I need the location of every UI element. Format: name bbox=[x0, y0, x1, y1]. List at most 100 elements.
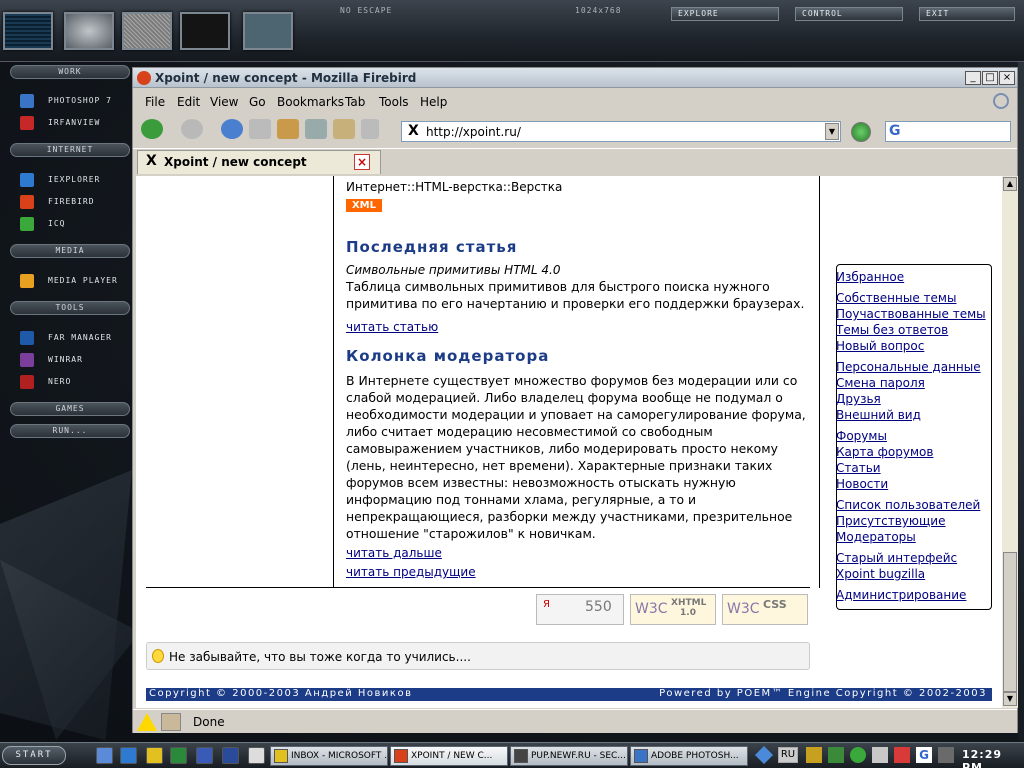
task-label: PUP.NEWF.RU - SEC... bbox=[531, 751, 626, 761]
nav-new-question[interactable]: Новый вопрос bbox=[836, 339, 924, 353]
tray-icq-icon[interactable] bbox=[850, 747, 866, 763]
nav-participated-topics[interactable]: Поучаствованные темы bbox=[836, 307, 986, 321]
quicklaunch-ie-icon[interactable] bbox=[120, 747, 137, 764]
explore-button[interactable]: EXPLORE bbox=[671, 7, 779, 21]
launcher-irfanview[interactable]: IRFANVIEW bbox=[12, 113, 130, 133]
css-label: CSS bbox=[763, 598, 787, 611]
close-tab-icon[interactable]: × bbox=[354, 154, 370, 170]
menu-tab[interactable]: Tab bbox=[345, 95, 365, 109]
tray-app-icon[interactable] bbox=[754, 745, 774, 765]
nav-moderators[interactable]: Модераторы bbox=[836, 530, 916, 544]
desktop-thumbnail-1[interactable] bbox=[3, 12, 53, 50]
nav-old-interface[interactable]: Старый интерфейс bbox=[836, 551, 957, 565]
nav-forum-map[interactable]: Карта форумов bbox=[836, 445, 933, 459]
xml-badge[interactable]: XML bbox=[346, 199, 382, 212]
nav-own-topics[interactable]: Собственные темы bbox=[836, 291, 956, 305]
xhtml-badge[interactable]: W3C XHTML 1.0 bbox=[630, 594, 716, 625]
nav-articles[interactable]: Статьи bbox=[836, 461, 881, 475]
css-badge[interactable]: W3C CSS bbox=[722, 594, 808, 625]
close-page-icon[interactable] bbox=[361, 119, 379, 139]
nav-friends[interactable]: Друзья bbox=[836, 392, 881, 406]
go-button[interactable] bbox=[851, 122, 871, 142]
menu-tools[interactable]: Tools bbox=[379, 95, 409, 109]
title-bar[interactable]: Xpoint / new concept - Mozilla Firebird … bbox=[133, 68, 1017, 88]
nav-forums[interactable]: Форумы bbox=[836, 429, 887, 443]
start-button[interactable]: START bbox=[2, 746, 66, 765]
scroll-thumb[interactable] bbox=[1003, 552, 1017, 692]
read-more-link[interactable]: читать дальше bbox=[346, 546, 442, 560]
task-pup[interactable]: PUP.NEWF.RU - SEC... bbox=[510, 746, 628, 766]
nav-change-password[interactable]: Смена пароля bbox=[836, 376, 925, 390]
nav-news[interactable]: Новости bbox=[836, 477, 888, 491]
menu-file[interactable]: File bbox=[145, 95, 165, 109]
read-article-link[interactable]: читать статью bbox=[346, 320, 438, 334]
quicklaunch-word-icon[interactable] bbox=[222, 747, 239, 764]
task-inbox[interactable]: INBOX - MICROSOFT ... bbox=[270, 746, 388, 766]
desktop-thumbnail-4[interactable] bbox=[180, 12, 230, 50]
home-icon[interactable] bbox=[277, 119, 299, 139]
tray-monitor-icon[interactable] bbox=[872, 747, 888, 763]
launcher-icq[interactable]: ICQ bbox=[12, 214, 130, 234]
tray-network-icon[interactable] bbox=[806, 747, 822, 763]
tray-google-icon[interactable]: G bbox=[916, 747, 932, 763]
tray-misc-icon[interactable] bbox=[938, 747, 954, 763]
scroll-down-arrow-icon[interactable]: ▼ bbox=[1003, 692, 1017, 706]
desktop-thumbnail-3[interactable] bbox=[122, 12, 172, 50]
reload-icon[interactable] bbox=[221, 119, 243, 139]
launcher-winrar[interactable]: WINRAR bbox=[12, 350, 130, 370]
menu-bookmarks[interactable]: Bookmarks bbox=[277, 95, 344, 109]
tray-sound-icon[interactable] bbox=[828, 747, 844, 763]
vertical-scrollbar[interactable]: ▲ ▼ bbox=[1002, 176, 1018, 708]
control-button[interactable]: CONTROL bbox=[795, 7, 903, 21]
tray-alert-icon[interactable] bbox=[894, 747, 910, 763]
launcher-photoshop[interactable]: PHOTOSHOP 7 bbox=[12, 91, 130, 111]
launcher-far-manager[interactable]: FAR MANAGER bbox=[12, 328, 130, 348]
history-icon[interactable] bbox=[333, 119, 355, 139]
quicklaunch-desktop-icon[interactable] bbox=[96, 747, 113, 764]
quicklaunch-app-icon[interactable] bbox=[196, 747, 213, 764]
search-box[interactable]: G bbox=[885, 121, 1011, 142]
section-run[interactable]: RUN... bbox=[10, 424, 130, 438]
nav-administration[interactable]: Администрирование bbox=[836, 588, 966, 602]
nav-unanswered-topics[interactable]: Темы без ответов bbox=[836, 323, 948, 337]
back-arrow-icon[interactable] bbox=[141, 119, 163, 139]
stop-icon[interactable] bbox=[249, 119, 271, 139]
quicklaunch-excel-icon[interactable] bbox=[170, 747, 187, 764]
nav-user-list[interactable]: Список пользователей bbox=[836, 498, 980, 512]
menu-go[interactable]: Go bbox=[249, 95, 266, 109]
quicklaunch-notepad-icon[interactable] bbox=[248, 747, 265, 764]
nav-present-users[interactable]: Присутствующие bbox=[836, 514, 945, 528]
nav-favorites[interactable]: Избранное bbox=[836, 270, 904, 284]
print-icon[interactable] bbox=[305, 119, 327, 139]
exit-button[interactable]: EXIT bbox=[919, 7, 1015, 21]
menu-view[interactable]: View bbox=[210, 95, 238, 109]
quicklaunch-icq-icon[interactable] bbox=[146, 747, 163, 764]
counter-badge[interactable]: Я 550 bbox=[536, 594, 624, 625]
task-xpoint[interactable]: XPOINT / NEW C... bbox=[390, 746, 508, 766]
language-indicator[interactable]: RU bbox=[778, 747, 798, 763]
close-button[interactable]: × bbox=[999, 71, 1015, 85]
cookie-icon[interactable] bbox=[161, 713, 181, 731]
tab-xpoint[interactable]: X Xpoint / new concept × bbox=[137, 150, 381, 174]
menu-help[interactable]: Help bbox=[420, 95, 447, 109]
desktop-thumbnail-2[interactable] bbox=[64, 12, 114, 50]
warning-icon[interactable] bbox=[137, 713, 157, 731]
scroll-up-arrow-icon[interactable]: ▲ bbox=[1003, 177, 1017, 191]
launcher-nero[interactable]: NERO bbox=[12, 372, 130, 392]
forward-arrow-icon[interactable] bbox=[181, 119, 203, 139]
nav-xpoint-bugzilla[interactable]: Xpoint bugzilla bbox=[836, 567, 925, 581]
section-games[interactable]: GAMES bbox=[10, 402, 130, 416]
minimize-button[interactable]: _ bbox=[965, 71, 981, 85]
desktop-thumbnail-5[interactable] bbox=[243, 12, 293, 50]
url-dropdown-button[interactable]: ▼ bbox=[825, 123, 839, 140]
read-previous-link[interactable]: читать предыдущие bbox=[346, 565, 476, 579]
launcher-media-player[interactable]: MEDIA PLAYER bbox=[12, 271, 130, 291]
nav-personal-data[interactable]: Персональные данные bbox=[836, 360, 981, 374]
task-photoshop[interactable]: ADOBE PHOTOSH... bbox=[630, 746, 748, 766]
menu-edit[interactable]: Edit bbox=[177, 95, 200, 109]
url-bar[interactable]: X http://xpoint.ru/ bbox=[401, 121, 841, 142]
nav-appearance[interactable]: Внешний вид bbox=[836, 408, 921, 422]
maximize-button[interactable]: □ bbox=[982, 71, 998, 85]
launcher-iexplorer[interactable]: IEXPLORER bbox=[12, 170, 130, 190]
launcher-firebird[interactable]: FIREBIRD bbox=[12, 192, 130, 212]
